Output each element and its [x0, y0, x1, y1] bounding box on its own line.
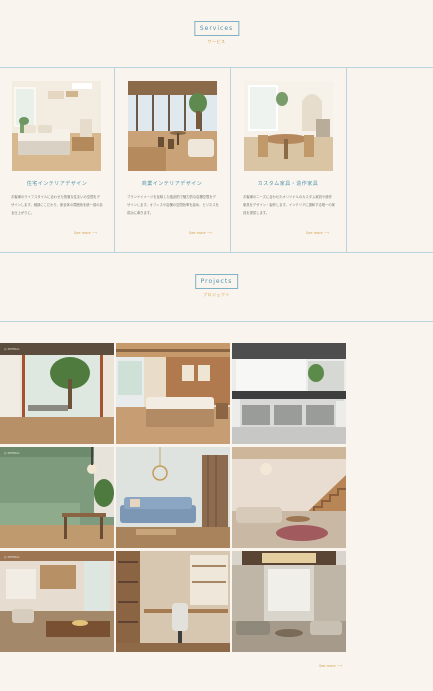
projects-subtitle: プロジェクト — [203, 292, 230, 297]
card-divider — [114, 67, 115, 253]
project-tile[interactable] — [116, 551, 230, 652]
service-description: ブランドイメージを反映した独創的で魅力的な店舗空間をデザインします。オフィスや店… — [127, 195, 219, 215]
projects-divider — [0, 321, 433, 322]
watermark: ◎ INTERIA — [4, 555, 20, 559]
watermark: ◎ INTERIA — [4, 347, 20, 351]
blue-sofa-photo — [116, 447, 230, 548]
project-tile[interactable] — [232, 551, 346, 652]
see-more-link[interactable]: See more ⟶ — [74, 231, 97, 235]
service-heading: 商業インテリアデザイン — [141, 181, 203, 187]
service-heading: 住宅インテリアデザイン — [26, 181, 88, 187]
projects-title: Projects — [194, 274, 239, 289]
services-subtitle: サービス — [207, 39, 226, 44]
see-more-link[interactable]: See more ⟶ — [189, 231, 212, 235]
services-top-divider — [0, 67, 433, 68]
project-tile[interactable]: ◎ INTERIA — [0, 551, 114, 652]
watermark: ◎ INTERIA — [4, 451, 20, 455]
projects-see-more-link[interactable]: See more ⟶ — [319, 664, 342, 668]
services-title: Services — [193, 21, 240, 36]
cafe-photo — [128, 81, 217, 171]
project-tile[interactable] — [232, 343, 346, 444]
see-more-link[interactable]: See more ⟶ — [306, 231, 329, 235]
courtyard-living-photo — [0, 343, 114, 444]
staircase-lounge-photo — [232, 447, 346, 548]
dining-photo — [244, 81, 333, 171]
service-description: お客様のライフスタイルに合わせた快適な住まいの空間をデザインします。細部にこだわ… — [11, 195, 103, 215]
projects-grid: ◎ INTERIA ◎ INTERIA ◎ INTERIA — [0, 343, 347, 655]
wood-bedroom-photo — [116, 343, 230, 444]
home-office-photo — [116, 551, 230, 652]
project-tile[interactable] — [116, 447, 230, 548]
bedroom-photo — [12, 81, 101, 171]
service-heading: カスタム家具・造作家具 — [257, 181, 319, 187]
project-tile[interactable] — [232, 447, 346, 548]
card-divider — [346, 67, 347, 253]
card-divider — [230, 67, 231, 253]
office-loft-photo — [232, 343, 346, 444]
project-tile[interactable] — [116, 343, 230, 444]
project-tile[interactable]: ◎ INTERIA — [0, 447, 114, 548]
service-description: お客様のニーズに合わせたオリジナルのカスタム家具や造作家具をデザイン・製作します… — [243, 195, 335, 215]
project-tile[interactable]: ◎ INTERIA — [0, 343, 114, 444]
loft-dining-photo — [0, 551, 114, 652]
green-dining-photo — [0, 447, 114, 548]
grand-living-photo — [232, 551, 346, 652]
services-bottom-divider — [0, 252, 433, 253]
